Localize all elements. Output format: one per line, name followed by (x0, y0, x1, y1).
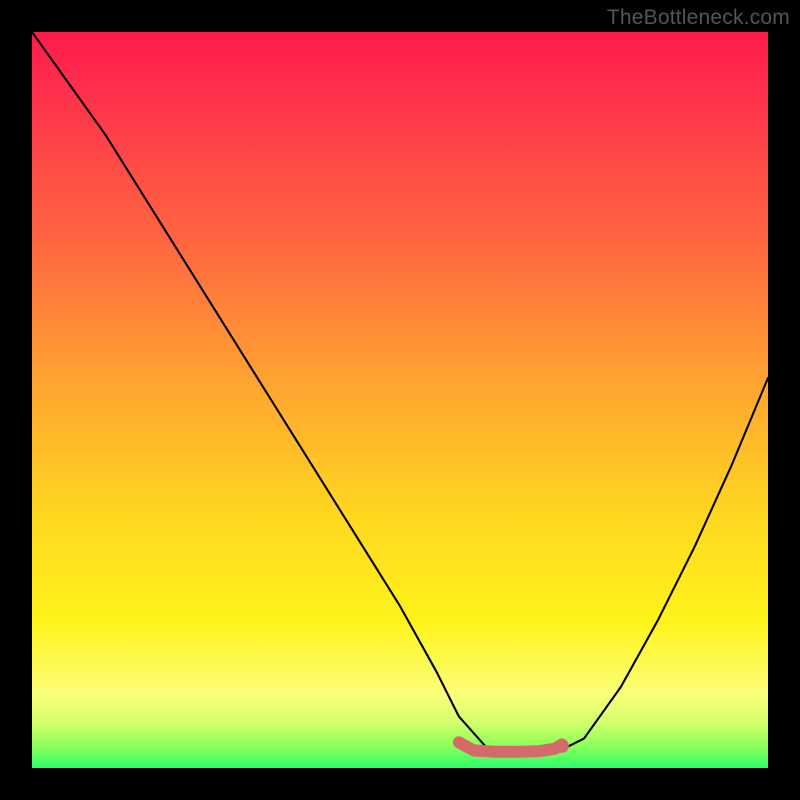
plot-area (32, 32, 768, 768)
watermark-text: TheBottleneck.com (607, 6, 790, 30)
chart-frame: TheBottleneck.com (0, 0, 800, 800)
chart-svg (32, 32, 768, 768)
bottleneck-curve (32, 32, 768, 753)
optimal-marker-dot (555, 739, 569, 753)
optimal-marker-line (459, 742, 562, 752)
